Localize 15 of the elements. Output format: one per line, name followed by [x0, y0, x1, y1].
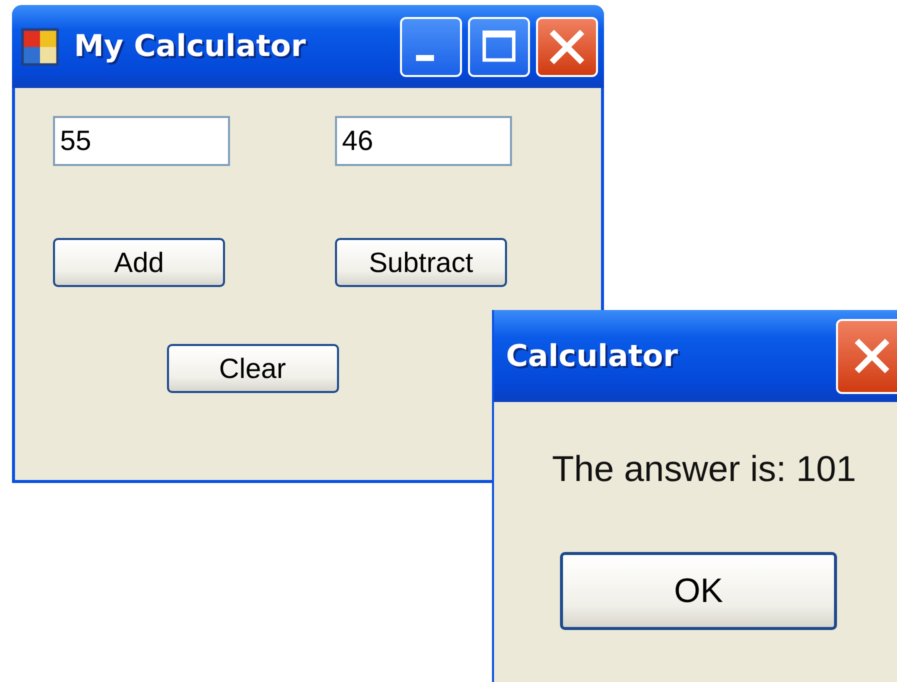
minimize-icon [416, 54, 434, 60]
message-text: The answer is: 101 [552, 448, 856, 490]
action-button[interactable]: Subtract [335, 238, 507, 287]
window-title: My Calculator [74, 29, 306, 64]
number-field[interactable]: 55 [53, 116, 230, 166]
action-button[interactable]: Add [53, 238, 225, 287]
dialog-title: Calculator [506, 338, 678, 374]
maximize-button[interactable] [468, 16, 530, 76]
close-button[interactable] [836, 318, 897, 394]
number-field[interactable]: 46 [335, 116, 512, 166]
ok-button[interactable]: OK [560, 552, 837, 630]
close-button[interactable] [536, 16, 598, 76]
app-icon [20, 26, 60, 66]
clear-button[interactable]: Clear [166, 344, 338, 393]
minimize-button[interactable] [400, 16, 462, 76]
